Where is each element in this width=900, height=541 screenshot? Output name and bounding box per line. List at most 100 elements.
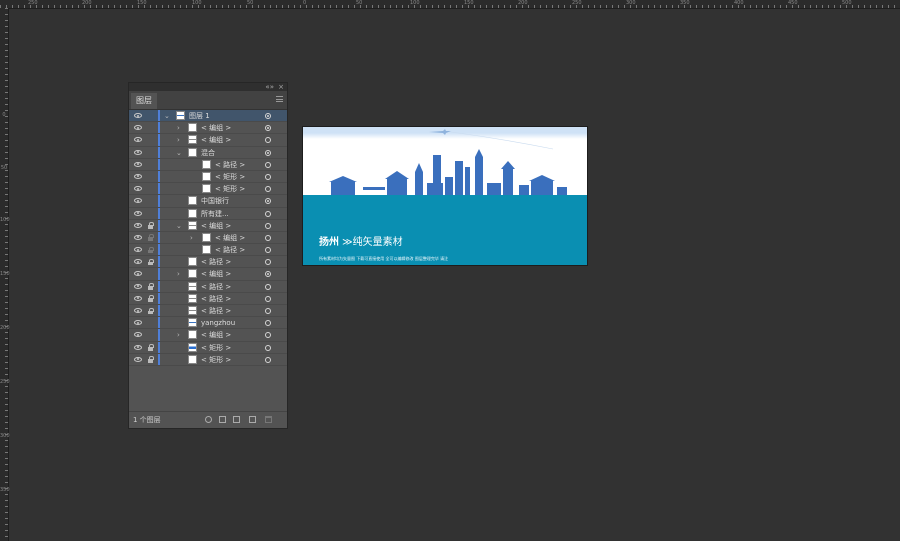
chevron-right-icon[interactable]: › — [177, 135, 180, 145]
artboard[interactable]: 扬州 ≫纯矢量素材 所有素材均为矢量图 下载可直接使用 全可以编辑修改 图层整理… — [303, 127, 587, 265]
layer-row[interactable]: < 路径 > — [129, 280, 287, 293]
chevron-right-icon[interactable]: › — [190, 233, 193, 243]
layer-list: ⌄ 图层 1 › < 编组 > › < 编组 > ⌄ 混合 < 路径 > < 矩… — [129, 110, 287, 366]
layer-row[interactable]: ⌄ 图层 1 — [129, 110, 287, 123]
lock-icon[interactable] — [148, 222, 154, 229]
eye-icon[interactable] — [134, 332, 142, 338]
target-icon[interactable] — [265, 308, 271, 314]
eye-icon[interactable] — [134, 173, 142, 179]
eye-icon[interactable] — [134, 137, 142, 143]
lock-icon[interactable] — [148, 283, 154, 290]
target-icon[interactable] — [265, 283, 271, 290]
eye-icon[interactable] — [134, 271, 142, 277]
layer-row[interactable]: › < 编组 > — [129, 268, 287, 281]
eye-icon[interactable] — [134, 344, 142, 350]
target-icon[interactable] — [265, 259, 271, 266]
target-icon[interactable] — [265, 247, 271, 254]
lock-icon[interactable] — [148, 307, 154, 314]
ruler-tick-label: 200 — [82, 0, 92, 6]
layer-row[interactable]: < 路径 > — [129, 158, 287, 171]
target-icon[interactable] — [265, 186, 271, 193]
layer-row[interactable]: 所有建... — [129, 207, 287, 220]
eye-icon[interactable] — [134, 320, 142, 326]
eye-icon[interactable] — [134, 161, 142, 167]
layer-row[interactable]: < 路径 > — [129, 256, 287, 269]
target-icon[interactable] — [265, 210, 271, 217]
layer-row[interactable]: yangzhou — [129, 317, 287, 330]
layer-row[interactable]: < 矩形 > — [129, 353, 287, 366]
target-icon[interactable] — [265, 125, 271, 132]
chevron-down-icon[interactable]: ⌄ — [176, 148, 182, 158]
layer-row[interactable]: › < 编组 > — [129, 231, 287, 245]
chevron-right-icon[interactable]: › — [177, 123, 180, 133]
layer-row[interactable]: ⌄ 混合 — [129, 146, 287, 159]
lock-icon[interactable] — [148, 234, 154, 241]
layer-row[interactable]: › < 编组 > — [129, 134, 287, 147]
target-icon[interactable] — [265, 149, 271, 156]
eye-icon[interactable] — [134, 247, 142, 253]
layer-row[interactable]: 中国银行 — [129, 195, 287, 208]
chevron-down-icon[interactable]: ⌄ — [176, 221, 182, 231]
tab-layers[interactable]: 图层 — [131, 93, 157, 109]
layer-row[interactable]: › < 编组 > — [129, 122, 287, 135]
lock-icon[interactable] — [148, 246, 154, 254]
lock-icon[interactable] — [148, 295, 154, 302]
new-layer-icon[interactable] — [249, 416, 256, 423]
chevron-right-icon[interactable]: › — [177, 330, 180, 340]
target-icon[interactable] — [265, 332, 271, 339]
layer-row[interactable]: < 矩形 > — [129, 341, 287, 354]
eye-icon[interactable] — [134, 259, 142, 265]
eye-icon[interactable] — [134, 125, 142, 131]
lock-icon[interactable] — [148, 356, 154, 363]
target-icon[interactable] — [265, 320, 271, 327]
trash-icon[interactable] — [265, 416, 272, 423]
vertical-ruler[interactable]: 0 50 100 150 200 250 300 350 — [0, 8, 10, 541]
eye-icon[interactable] — [134, 186, 142, 192]
eye-icon[interactable] — [134, 308, 142, 313]
layer-color-bar — [158, 268, 160, 280]
layer-row[interactable]: < 矩形 > — [129, 183, 287, 196]
eye-icon[interactable] — [134, 210, 142, 216]
target-icon[interactable] — [265, 344, 271, 351]
eye-icon[interactable] — [134, 234, 142, 240]
target-icon[interactable] — [265, 173, 271, 180]
panel-titlebar[interactable]: «» × — [129, 83, 287, 91]
target-icon[interactable] — [265, 271, 271, 278]
target-icon[interactable] — [265, 113, 271, 119]
layer-row[interactable]: › < 编组 > — [129, 329, 287, 342]
eye-icon[interactable] — [134, 113, 142, 118]
ruler-tick-label: 0 — [2, 112, 6, 118]
target-icon[interactable] — [265, 161, 271, 168]
eye-icon[interactable] — [134, 149, 142, 155]
panel-menu-icon[interactable] — [276, 96, 283, 102]
eye-icon[interactable] — [134, 198, 142, 204]
title-bold: 扬州 — [319, 237, 339, 248]
new-sublayer-icon[interactable] — [233, 416, 240, 423]
target-icon[interactable] — [265, 234, 271, 241]
layer-thumbnail — [202, 245, 211, 255]
target-icon[interactable] — [265, 198, 271, 205]
chevron-down-icon[interactable]: ⌄ — [164, 111, 170, 121]
target-icon[interactable] — [265, 222, 271, 229]
layer-color-bar — [158, 146, 160, 158]
lock-icon[interactable] — [148, 258, 154, 266]
eye-icon[interactable] — [134, 283, 142, 289]
eye-icon[interactable] — [134, 222, 142, 228]
target-icon[interactable] — [265, 137, 271, 144]
locate-object-icon[interactable] — [205, 416, 212, 423]
horizontal-ruler[interactable]: 250 200 150 100 50 0 50 100 150 200 250 … — [0, 0, 900, 9]
eye-icon[interactable] — [134, 356, 142, 362]
layer-row[interactable]: < 矩形 > — [129, 170, 287, 184]
chevron-right-icon[interactable]: › — [177, 269, 180, 279]
layer-row[interactable]: ⌄ < 编组 > — [129, 219, 287, 232]
target-icon[interactable] — [265, 295, 271, 302]
eye-icon[interactable] — [134, 295, 142, 301]
lock-icon[interactable] — [148, 344, 154, 351]
layer-row[interactable]: < 路径 > — [129, 292, 287, 305]
double-arrow-icon[interactable]: «» — [265, 83, 274, 91]
close-icon[interactable]: × — [278, 83, 284, 91]
clipping-mask-icon[interactable] — [219, 416, 226, 423]
target-icon[interactable] — [265, 356, 271, 363]
layer-row[interactable]: < 路径 > — [129, 305, 287, 318]
layer-row[interactable]: < 路径 > — [129, 244, 287, 257]
